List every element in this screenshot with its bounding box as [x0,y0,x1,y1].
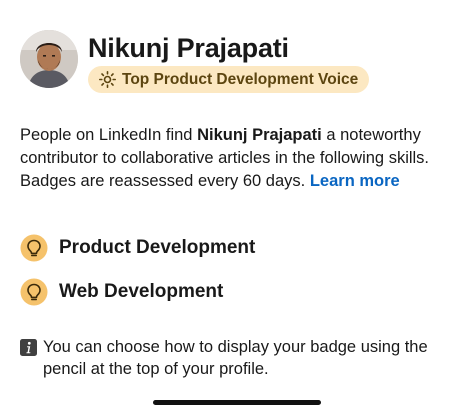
description-name: Nikunj Prajapati [197,126,322,144]
skill-item: Web Development [20,277,255,307]
display-note: You can choose how to display your badge… [20,336,460,380]
lightbulb-icon [20,278,48,306]
learn-more-link[interactable]: Learn more [310,172,400,190]
profile-header: Nikunj Prajapati Top Product Development… [20,30,370,93]
skill-label: Product Development [59,237,256,258]
lightbulb-icon [20,234,48,262]
badge-description: People on LinkedIn find Nikunj Prajapati… [20,124,460,193]
person-avatar-icon [20,30,78,88]
info-icon [20,339,37,356]
skills-list: Product Development Web Development [20,233,255,321]
badge-label: Top Product Development Voice [122,70,359,88]
profile-name: Nikunj Prajapati [88,33,289,63]
name-block: Nikunj Prajapati Top Product Development… [88,32,370,93]
description-prefix: People on LinkedIn find [20,126,198,144]
badge-details-screen: Nikunj Prajapati Top Product Development… [0,0,474,415]
skill-label: Web Development [59,281,224,302]
sun-icon [97,70,117,90]
home-indicator[interactable] [153,400,321,405]
voice-badge[interactable]: Top Product Development Voice [88,66,370,93]
note-text: You can choose how to display your badge… [43,338,428,378]
avatar[interactable] [20,30,78,88]
skill-item: Product Development [20,233,255,263]
